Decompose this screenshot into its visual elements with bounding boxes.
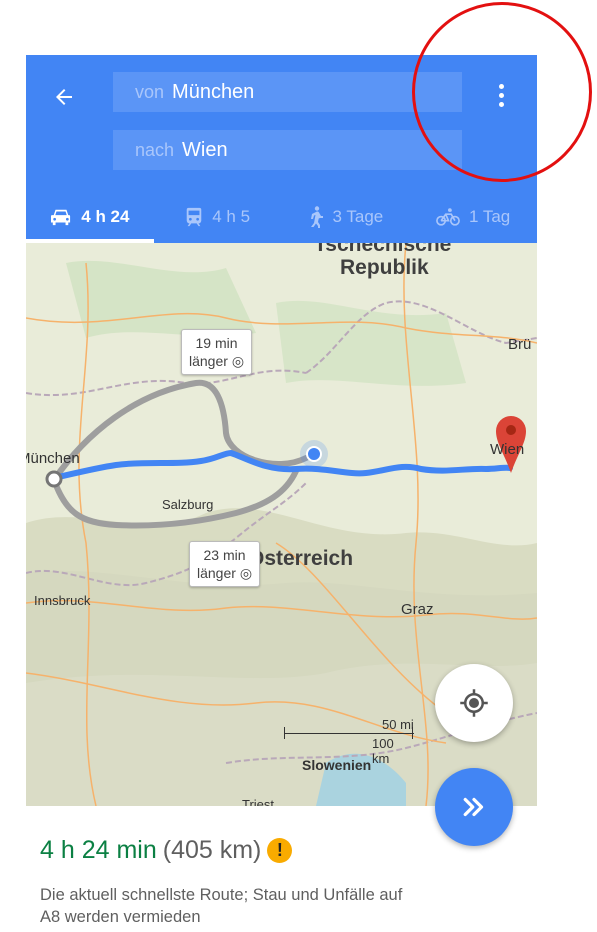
destination-prefix: nach [135,139,175,160]
map-label-brno: Brü [508,336,532,353]
map-label-tschechische: Tschechische [314,243,452,256]
walk-icon [310,206,323,228]
tab-cycling-label: 1 Tag [468,207,511,226]
map-label-osterreich: Österreich [248,547,354,570]
alt-route-callout-1[interactable]: 19 min länger ◎ [181,329,253,375]
map-label-munchen: München [26,450,80,467]
tab-driving-label: 4 h 24 [81,207,130,226]
destination-value: Wien [182,138,228,161]
alt-route-callout-2[interactable]: 23 min länger ◎ [189,541,261,587]
route-description: Die aktuell schnellste Route; Stau und U… [40,886,403,926]
map-label-slowenien: Slowenien [302,757,372,773]
map-label-republik: Republik [340,256,429,279]
back-button[interactable] [44,77,84,117]
alt-route-2-text: länger [197,565,236,581]
scale-miles: 50 mi [382,717,414,732]
tab-driving[interactable]: 4 h 24 [26,191,154,243]
map-label-innsbruck: Innsbruck [34,593,91,608]
alt-route-2-time: 23 min [203,547,246,563]
bike-icon [436,208,460,226]
alt-route-1-time: 19 min [195,335,238,351]
map-scale: 50 mi 100 km [284,717,414,766]
more-options-button[interactable] [481,75,521,115]
car-icon [51,209,71,226]
map-label-graz: Graz [401,601,434,618]
directions-header: von München nach Wien 4 h 24 4 h 5 3 Tag… [26,55,537,243]
destination-field[interactable]: nach Wien [113,130,462,170]
start-navigation-button[interactable] [435,768,513,846]
my-location-icon [460,689,488,717]
arrow-left-icon [56,89,72,105]
scale-km: 100 km [372,736,394,766]
route-distance: (405 km) [162,836,262,864]
origin-prefix: von [135,81,165,102]
route-summary[interactable]: 4 h 24 min (405 km)! [40,836,293,865]
double-chevron-right-icon [463,797,484,817]
alt-route-1-text: länger [189,353,228,369]
warning-icon: ! [267,838,293,863]
map-label-salzburg: Salzburg [162,497,214,512]
map-label-wien: Wien [490,441,525,458]
tab-walking[interactable]: 3 Tage [282,191,410,243]
my-location-button[interactable] [435,664,513,742]
route-duration: 4 h 24 min [40,836,157,864]
origin-field[interactable]: von München [113,72,462,112]
toll-icon: ◎ [239,565,253,581]
toll-icon: ◎ [231,353,245,369]
more-vert-icon [498,83,504,89]
map-label-triest: Triest [242,797,275,806]
tab-transit[interactable]: 4 h 5 [154,191,282,243]
origin-value: München [172,80,255,103]
train-icon [186,207,202,227]
tab-transit-label: 4 h 5 [212,207,251,226]
travel-mode-tabs: 4 h 24 4 h 5 3 Tage 1 Tag [26,191,537,243]
tab-cycling[interactable]: 1 Tag [409,191,537,243]
tab-walking-label: 3 Tage [332,207,384,226]
